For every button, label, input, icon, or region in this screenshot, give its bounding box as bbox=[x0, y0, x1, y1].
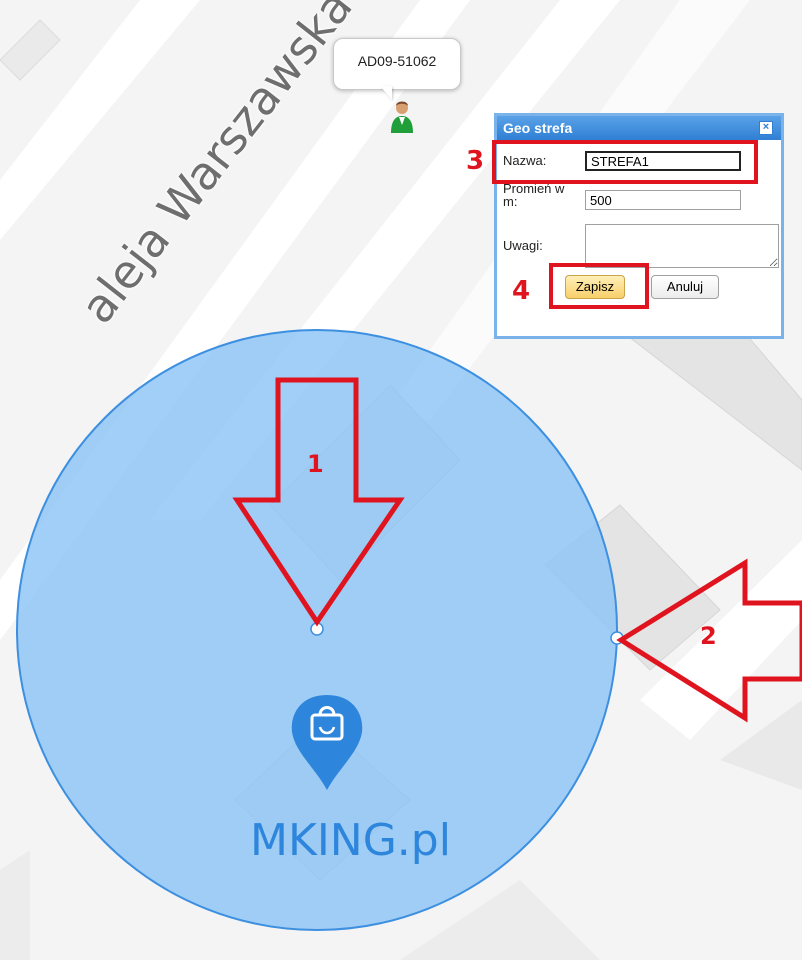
annotation-box-name bbox=[492, 140, 758, 184]
annotation-number-2: 2 bbox=[700, 622, 717, 650]
radius-label: Promień w m: bbox=[503, 181, 565, 209]
tooltip-tail bbox=[380, 86, 392, 100]
cancel-button[interactable]: Anuluj bbox=[651, 275, 719, 299]
driver-icon[interactable] bbox=[389, 99, 415, 135]
dialog-title: Geo strefa bbox=[503, 120, 573, 136]
annotation-number-4: 4 bbox=[512, 276, 531, 306]
radius-input[interactable] bbox=[585, 190, 741, 210]
annotation-number-1: 1 bbox=[307, 450, 324, 478]
mking-watermark: MKING.pl bbox=[250, 815, 451, 866]
vehicle-tooltip: AD09-51062 bbox=[333, 38, 461, 90]
close-icon[interactable]: × bbox=[759, 121, 773, 135]
dialog-title-bar: Geo strefa × bbox=[497, 116, 781, 140]
notes-textarea[interactable] bbox=[585, 224, 779, 268]
vehicle-label: AD09-51062 bbox=[357, 53, 437, 69]
annotation-box-save bbox=[549, 263, 649, 309]
notes-label: Uwagi: bbox=[503, 238, 543, 253]
annotation-number-3: 3 bbox=[466, 146, 485, 176]
